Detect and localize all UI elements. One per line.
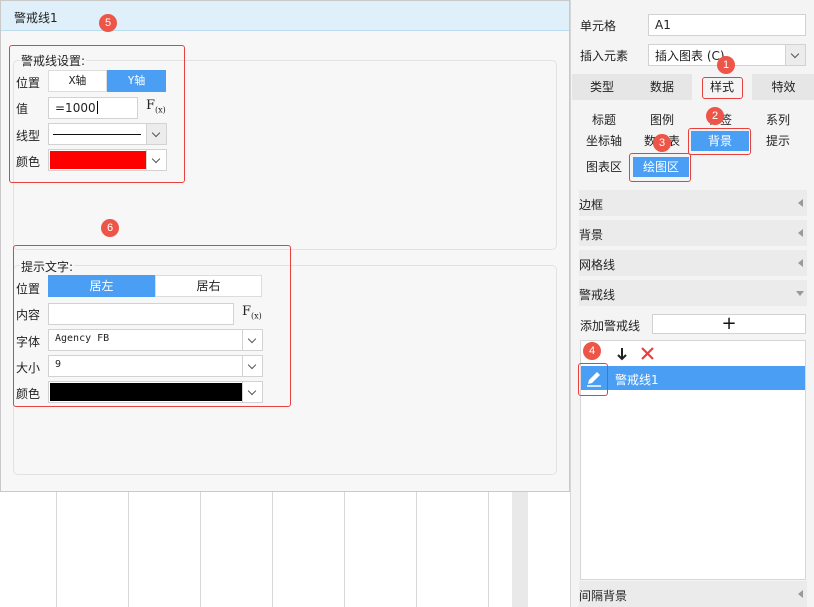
insert-element-label: 插入元素 bbox=[580, 49, 629, 63]
warning-line-list: 警戒线1 bbox=[580, 340, 806, 580]
annotation-badge-2: 2 bbox=[706, 107, 724, 125]
subtab-tooltip[interactable]: 提示 bbox=[753, 131, 803, 151]
list-item[interactable]: 警戒线1 bbox=[581, 366, 805, 390]
section-gridlines[interactable]: 网格线 bbox=[579, 250, 807, 276]
cell-input[interactable]: A1 bbox=[648, 14, 806, 36]
annotation-box-4 bbox=[578, 363, 608, 396]
arrow-down-icon[interactable] bbox=[613, 345, 631, 363]
chevron-down-icon[interactable] bbox=[785, 45, 805, 65]
section-background[interactable]: 背景 bbox=[579, 220, 807, 246]
tab-type[interactable]: 类型 bbox=[572, 74, 632, 100]
annotation-badge-5: 5 bbox=[99, 14, 117, 32]
tab-effects[interactable]: 特效 bbox=[752, 74, 814, 100]
collapse-icon bbox=[798, 259, 803, 267]
annotation-box-5 bbox=[9, 45, 185, 183]
add-warning-line-label: 添加警戒线 bbox=[580, 319, 641, 333]
insert-element-value: 插入图表 (C) bbox=[655, 49, 725, 63]
section-border[interactable]: 边框 bbox=[579, 190, 807, 216]
annotation-box-1 bbox=[702, 77, 743, 99]
collapse-icon bbox=[798, 229, 803, 237]
dialog-title: 警戒线1 bbox=[14, 11, 58, 25]
annotation-box-6 bbox=[13, 245, 291, 407]
annotation-badge-1: 1 bbox=[717, 56, 735, 74]
annotation-badge-6: 6 bbox=[101, 219, 119, 237]
subtab-chart-area[interactable]: 图表区 bbox=[579, 157, 629, 177]
collapse-icon bbox=[798, 199, 803, 207]
subtab-axis[interactable]: 坐标轴 bbox=[579, 131, 629, 151]
subtab-title[interactable]: 标题 bbox=[579, 110, 629, 130]
add-warning-line-button[interactable]: + bbox=[652, 314, 806, 334]
dialog-title-bar: 警戒线1 bbox=[1, 1, 569, 31]
sheet-scrollbar[interactable] bbox=[512, 490, 528, 607]
spreadsheet-grid[interactable] bbox=[0, 490, 570, 607]
warning-line-dialog: 警戒线1 警戒线设置: 位置 X轴 Y轴 值 =1000 F(x) 线型 颜色 … bbox=[0, 0, 570, 492]
properties-panel: 单元格 A1 插入元素 插入图表 (C) 类型 数据 样式 特效 标题 图例 标… bbox=[570, 0, 814, 607]
annotation-badge-3: 3 bbox=[653, 134, 671, 152]
subtab-legend[interactable]: 图例 bbox=[637, 110, 687, 130]
annotation-box-3 bbox=[629, 153, 691, 182]
expand-icon bbox=[796, 291, 804, 296]
cell-label: 单元格 bbox=[580, 19, 617, 33]
subtab-series[interactable]: 系列 bbox=[753, 110, 803, 130]
annotation-box-2 bbox=[688, 128, 751, 155]
list-item-label: 警戒线1 bbox=[615, 373, 659, 387]
section-warning-line[interactable]: 警戒线 bbox=[579, 280, 807, 306]
tab-data[interactable]: 数据 bbox=[632, 74, 692, 100]
delete-icon[interactable] bbox=[639, 345, 657, 363]
annotation-badge-4: 4 bbox=[583, 342, 601, 360]
collapse-icon bbox=[798, 590, 803, 598]
section-interval-background[interactable]: 间隔背景 bbox=[579, 581, 807, 607]
